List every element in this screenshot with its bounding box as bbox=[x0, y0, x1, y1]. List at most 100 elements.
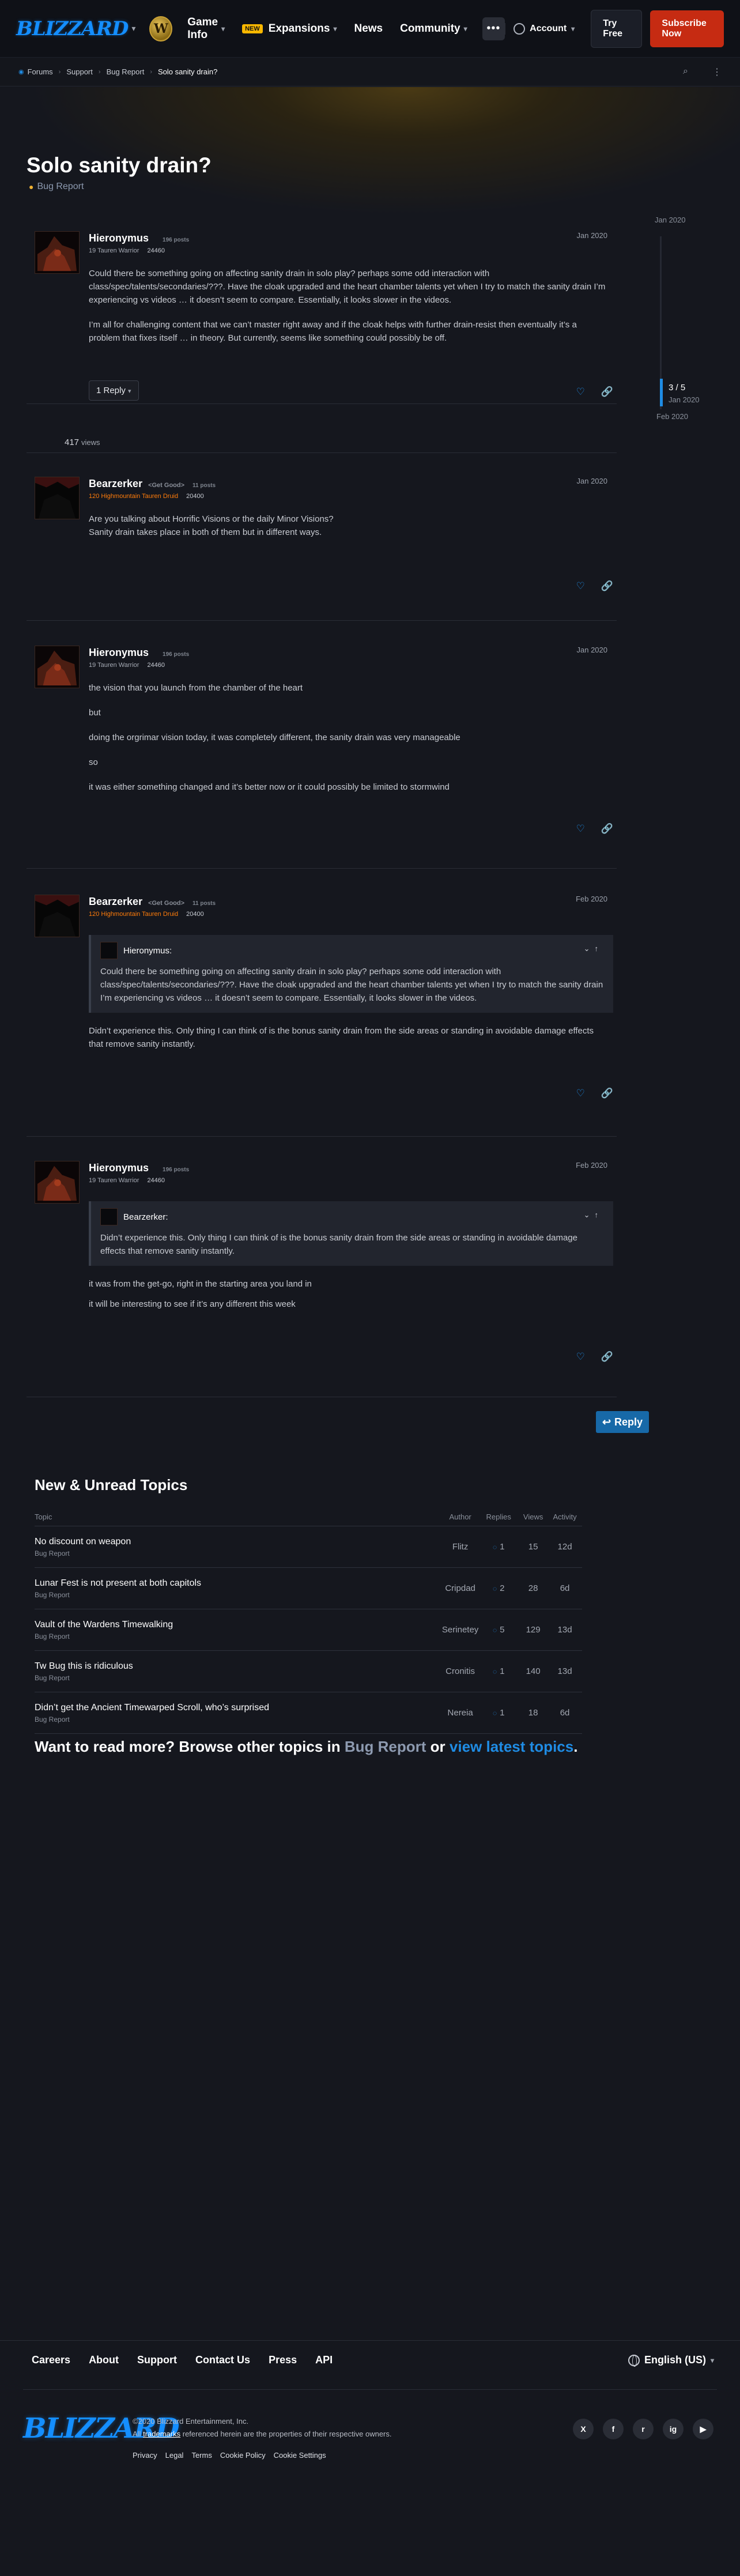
link-icon[interactable]: 🔗 bbox=[601, 1088, 613, 1099]
legal-link-cookie-settings[interactable]: Cookie Settings bbox=[274, 2451, 326, 2460]
topic-title[interactable]: Didn’t get the Ancient Timewarped Scroll… bbox=[35, 1703, 442, 1713]
column-views[interactable]: Views bbox=[519, 1509, 548, 1526]
footer-link-support[interactable]: Support bbox=[137, 2354, 177, 2366]
avatar[interactable] bbox=[35, 646, 80, 688]
topic-author[interactable]: Cronitis bbox=[441, 1650, 479, 1692]
topic-title[interactable]: Vault of the Wardens Timewalking bbox=[35, 1620, 442, 1630]
show-replies-button[interactable]: 1 Reply ▾ bbox=[89, 380, 139, 401]
topic-row[interactable]: Didn’t get the Ancient Timewarped Scroll… bbox=[35, 1692, 582, 1734]
trademarks-link[interactable]: trademarks bbox=[143, 2430, 180, 2438]
legal-link-terms[interactable]: Terms bbox=[191, 2451, 212, 2460]
column-author[interactable]: Author bbox=[441, 1509, 479, 1526]
footer-link-careers[interactable]: Careers bbox=[32, 2354, 70, 2366]
arrow-up-icon[interactable]: ↑ bbox=[595, 1210, 603, 1219]
x-twitter-icon[interactable]: X bbox=[573, 2419, 594, 2439]
latest-topics-link[interactable]: view latest topics bbox=[450, 1738, 573, 1755]
topic-timeline[interactable]: Jan 2020 3 / 5 Jan 2020 Feb 2020 bbox=[654, 216, 717, 423]
topic-title[interactable]: Lunar Fest is not present at both capito… bbox=[35, 1578, 442, 1589]
avatar[interactable] bbox=[100, 1208, 118, 1225]
post-date[interactable]: Jan 2020 bbox=[577, 646, 608, 654]
like-icon[interactable]: ♡ bbox=[576, 1351, 585, 1363]
legal-link-privacy[interactable]: Privacy bbox=[133, 2451, 157, 2460]
like-icon[interactable]: ♡ bbox=[576, 823, 585, 835]
timeline-start-date[interactable]: Jan 2020 bbox=[655, 216, 686, 224]
timeline-handle[interactable] bbox=[660, 379, 663, 406]
legal-link-legal[interactable]: Legal bbox=[165, 2451, 184, 2460]
footer-link-api[interactable]: API bbox=[315, 2354, 333, 2366]
topic-activity[interactable]: 13d bbox=[548, 1650, 582, 1692]
topic-category[interactable]: Bug Report bbox=[35, 1674, 442, 1682]
vertical-dots-icon[interactable]: ⋮ bbox=[712, 66, 722, 78]
breadcrumb-support[interactable]: Support bbox=[66, 67, 93, 76]
arrow-up-icon[interactable]: ↑ bbox=[595, 944, 603, 953]
topic-title[interactable]: Tw Bug this is ridiculous bbox=[35, 1661, 442, 1672]
link-icon[interactable]: 🔗 bbox=[601, 823, 613, 835]
post-date[interactable]: Feb 2020 bbox=[576, 1161, 607, 1170]
browse-category-link[interactable]: Bug Report bbox=[345, 1738, 426, 1755]
search-icon[interactable]: ⌕ bbox=[683, 66, 688, 78]
footer-link-about[interactable]: About bbox=[89, 2354, 119, 2366]
author-name[interactable]: Bearzerker bbox=[89, 478, 142, 489]
topic-title[interactable]: No discount on weapon bbox=[35, 1537, 442, 1547]
column-topic[interactable]: Topic bbox=[35, 1509, 442, 1526]
chevron-down-icon[interactable]: ▾ bbox=[131, 24, 135, 33]
topic-author[interactable]: Flitz bbox=[441, 1526, 479, 1568]
breadcrumb-bug-report[interactable]: Bug Report bbox=[107, 67, 145, 76]
author-name[interactable]: Bearzerker bbox=[89, 896, 142, 907]
author-name[interactable]: Hieronymus bbox=[89, 232, 149, 244]
topic-row[interactable]: No discount on weapon Bug Report Flitz ◌ 1… bbox=[35, 1526, 582, 1568]
topic-author[interactable]: Cripdad bbox=[441, 1567, 479, 1609]
column-replies[interactable]: Replies bbox=[478, 1509, 519, 1526]
column-activity[interactable]: Activity bbox=[548, 1509, 582, 1526]
topic-row[interactable]: Vault of the Wardens Timewalking Bug Repo… bbox=[35, 1609, 582, 1651]
post-date[interactable]: Jan 2020 bbox=[577, 477, 608, 485]
subscribe-button[interactable]: Subscribe Now bbox=[650, 10, 724, 47]
nav-news[interactable]: News bbox=[354, 22, 383, 35]
topic-category[interactable]: Bug Report bbox=[35, 1632, 442, 1640]
youtube-icon[interactable]: ▶ bbox=[693, 2419, 713, 2439]
language-selector[interactable]: English (US) ▾ bbox=[628, 2354, 714, 2367]
topic-author[interactable]: Serinetey bbox=[441, 1609, 479, 1651]
link-icon[interactable]: 🔗 bbox=[601, 580, 613, 592]
avatar[interactable] bbox=[35, 895, 80, 937]
topic-activity[interactable]: 6d bbox=[548, 1692, 582, 1734]
more-menu-button[interactable]: ••• bbox=[482, 17, 505, 40]
topic-row[interactable]: Tw Bug this is ridiculous Bug Report Cron… bbox=[35, 1650, 582, 1692]
footer-link-contact[interactable]: Contact Us bbox=[195, 2354, 250, 2366]
link-icon[interactable]: 🔗 bbox=[601, 1351, 613, 1363]
like-icon[interactable]: ♡ bbox=[576, 386, 585, 398]
post-date[interactable]: Jan 2020 bbox=[577, 231, 608, 240]
timeline-end-date[interactable]: Feb 2020 bbox=[656, 412, 688, 421]
topic-category[interactable]: Bug Report bbox=[35, 1549, 442, 1557]
topic-category[interactable]: ● Bug Report bbox=[29, 182, 84, 192]
chevron-down-icon[interactable]: ⌄ bbox=[584, 944, 595, 953]
nav-community[interactable]: Community ▾ bbox=[400, 22, 467, 35]
topic-row[interactable]: Lunar Fest is not present at both capito… bbox=[35, 1567, 582, 1609]
footer-link-press[interactable]: Press bbox=[269, 2354, 297, 2366]
breadcrumb-forums[interactable]: ◉ Forums bbox=[18, 67, 53, 76]
instagram-icon[interactable]: ig bbox=[663, 2419, 684, 2439]
like-icon[interactable]: ♡ bbox=[576, 580, 585, 592]
nav-game-info[interactable]: Game Info ▾ bbox=[187, 16, 225, 42]
reply-button[interactable]: ↩ Reply bbox=[596, 1411, 649, 1433]
like-icon[interactable]: ♡ bbox=[576, 1088, 585, 1099]
author-name[interactable]: Hieronymus bbox=[89, 1162, 149, 1174]
link-icon[interactable]: 🔗 bbox=[601, 386, 613, 398]
topic-category[interactable]: Bug Report bbox=[35, 1591, 442, 1599]
topic-activity[interactable]: 12d bbox=[548, 1526, 582, 1568]
avatar[interactable] bbox=[35, 1161, 80, 1204]
reddit-icon[interactable]: r bbox=[633, 2419, 654, 2439]
topic-author[interactable]: Nereia bbox=[441, 1692, 479, 1734]
wow-logo-icon[interactable]: W bbox=[149, 16, 173, 42]
account-menu[interactable]: Account ▾ bbox=[505, 22, 583, 35]
avatar[interactable] bbox=[35, 231, 80, 274]
post-date[interactable]: Feb 2020 bbox=[576, 895, 607, 903]
chevron-down-icon[interactable]: ⌄ bbox=[584, 1210, 595, 1219]
avatar[interactable] bbox=[35, 477, 80, 519]
author-name[interactable]: Hieronymus bbox=[89, 647, 149, 658]
topic-activity[interactable]: 6d bbox=[548, 1567, 582, 1609]
topic-category[interactable]: Bug Report bbox=[35, 1715, 442, 1723]
facebook-icon[interactable]: f bbox=[603, 2419, 624, 2439]
try-free-button[interactable]: Try Free bbox=[591, 9, 643, 48]
nav-expansions[interactable]: NEW Expansions ▾ bbox=[242, 22, 337, 35]
